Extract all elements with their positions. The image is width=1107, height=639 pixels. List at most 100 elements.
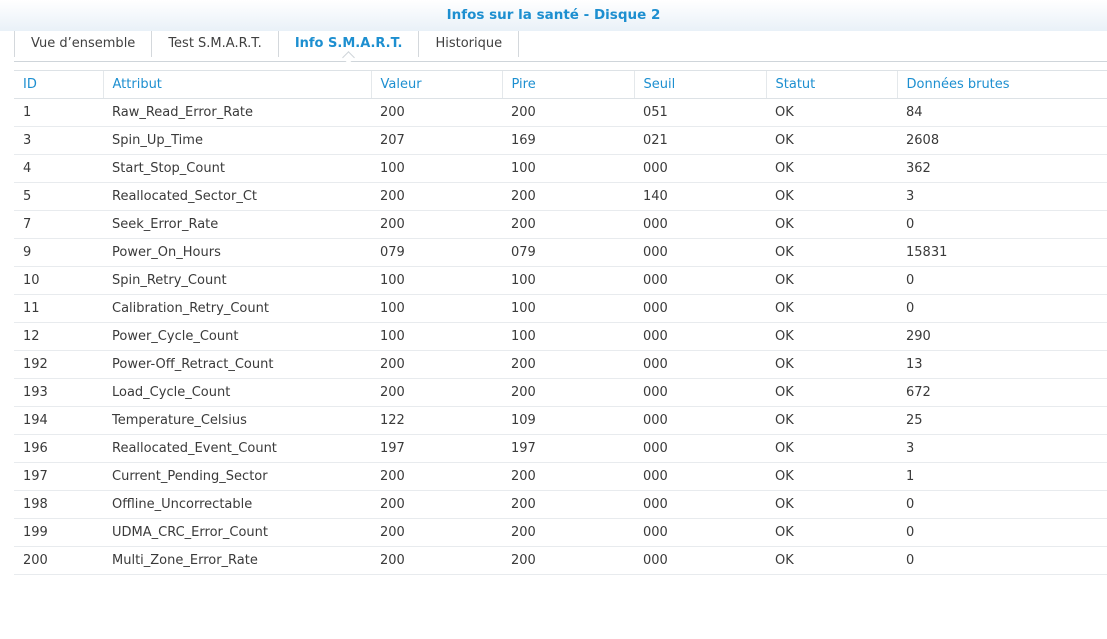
table-row[interactable]: 1 Raw_Read_Error_Rate 200 200 051 OK 84 bbox=[14, 98, 1107, 127]
cell-id: 194 bbox=[14, 406, 103, 435]
cell-attribute: Power-Off_Retract_Count bbox=[103, 350, 371, 379]
cell-raw-data: 13 bbox=[897, 350, 1107, 379]
cell-id: 192 bbox=[14, 350, 103, 379]
tab-history[interactable]: Historique bbox=[418, 31, 520, 57]
cell-worst: 169 bbox=[502, 126, 634, 155]
cell-value: 079 bbox=[371, 238, 502, 267]
cell-id: 7 bbox=[14, 210, 103, 239]
cell-id: 198 bbox=[14, 490, 103, 519]
table-row[interactable]: 196 Reallocated_Event_Count 197 197 000 OK 3 bbox=[14, 434, 1107, 463]
cell-threshold: 000 bbox=[634, 490, 766, 519]
cell-raw-data: 3 bbox=[897, 182, 1107, 211]
cell-threshold: 000 bbox=[634, 266, 766, 295]
table-row[interactable]: 193 Load_Cycle_Count 200 200 000 OK 672 bbox=[14, 378, 1107, 407]
cell-value: 100 bbox=[371, 294, 502, 323]
cell-id: 3 bbox=[14, 126, 103, 155]
cell-attribute: UDMA_CRC_Error_Count bbox=[103, 518, 371, 547]
cell-attribute: Load_Cycle_Count bbox=[103, 378, 371, 407]
cell-raw-data: 362 bbox=[897, 154, 1107, 183]
cell-threshold: 000 bbox=[634, 210, 766, 239]
cell-raw-data: 0 bbox=[897, 546, 1107, 575]
table-row[interactable]: 11 Calibration_Retry_Count 100 100 000 OK 0 bbox=[14, 294, 1107, 323]
cell-id: 200 bbox=[14, 546, 103, 575]
cell-attribute: Reallocated_Sector_Ct bbox=[103, 182, 371, 211]
table-row[interactable]: 3 Spin_Up_Time 207 169 021 OK 2608 bbox=[14, 126, 1107, 155]
cell-threshold: 000 bbox=[634, 238, 766, 267]
cell-threshold: 000 bbox=[634, 322, 766, 351]
column-header-raw-data[interactable]: Données brutes bbox=[896, 70, 1107, 99]
cell-raw-data: 84 bbox=[897, 98, 1107, 127]
cell-status: OK bbox=[766, 406, 897, 435]
cell-value: 200 bbox=[371, 462, 502, 491]
cell-id: 12 bbox=[14, 322, 103, 351]
table-row[interactable]: 198 Offline_Uncorrectable 200 200 000 OK 0 bbox=[14, 490, 1107, 519]
table-row[interactable]: 4 Start_Stop_Count 100 100 000 OK 362 bbox=[14, 154, 1107, 183]
cell-attribute: Current_Pending_Sector bbox=[103, 462, 371, 491]
cell-worst: 200 bbox=[502, 546, 634, 575]
table-row[interactable]: 9 Power_On_Hours 079 079 000 OK 15831 bbox=[14, 238, 1107, 267]
window-title: Infos sur la santé - Disque 2 bbox=[0, 0, 1107, 31]
tab-overview[interactable]: Vue d’ensemble bbox=[14, 31, 151, 57]
cell-id: 4 bbox=[14, 154, 103, 183]
cell-attribute: Calibration_Retry_Count bbox=[103, 294, 371, 323]
cell-threshold: 021 bbox=[634, 126, 766, 155]
column-header-worst[interactable]: Pire bbox=[501, 70, 634, 99]
cell-threshold: 000 bbox=[634, 462, 766, 491]
cell-worst: 200 bbox=[502, 98, 634, 127]
table-row[interactable]: 199 UDMA_CRC_Error_Count 200 200 000 OK 0 bbox=[14, 518, 1107, 547]
cell-worst: 200 bbox=[502, 518, 634, 547]
cell-worst: 100 bbox=[502, 294, 634, 323]
column-header-status[interactable]: Statut bbox=[765, 70, 897, 99]
tab-smart-info[interactable]: Info S.M.A.R.T. bbox=[277, 31, 419, 57]
cell-status: OK bbox=[766, 434, 897, 463]
tab-bar: Vue d’ensemble Test S.M.A.R.T. Info S.M.… bbox=[14, 31, 1107, 62]
cell-id: 193 bbox=[14, 378, 103, 407]
table-row[interactable]: 194 Temperature_Celsius 122 109 000 OK 25 bbox=[14, 406, 1107, 435]
cell-threshold: 051 bbox=[634, 98, 766, 127]
cell-worst: 200 bbox=[502, 350, 634, 379]
cell-raw-data: 672 bbox=[897, 378, 1107, 407]
cell-threshold: 140 bbox=[634, 182, 766, 211]
cell-threshold: 000 bbox=[634, 546, 766, 575]
smart-attributes-table: ID Attribut Valeur Pire Seuil Statut Don… bbox=[14, 70, 1107, 575]
cell-worst: 100 bbox=[502, 154, 634, 183]
cell-threshold: 000 bbox=[634, 350, 766, 379]
cell-raw-data: 15831 bbox=[897, 238, 1107, 267]
cell-attribute: Temperature_Celsius bbox=[103, 406, 371, 435]
cell-threshold: 000 bbox=[634, 518, 766, 547]
cell-status: OK bbox=[766, 210, 897, 239]
column-header-value[interactable]: Valeur bbox=[370, 70, 502, 99]
tab-list: Vue d’ensemble Test S.M.A.R.T. Info S.M.… bbox=[14, 31, 1107, 57]
cell-value: 200 bbox=[371, 490, 502, 519]
column-header-threshold[interactable]: Seuil bbox=[633, 70, 766, 99]
cell-id: 196 bbox=[14, 434, 103, 463]
table-row[interactable]: 7 Seek_Error_Rate 200 200 000 OK 0 bbox=[14, 210, 1107, 239]
table-row[interactable]: 12 Power_Cycle_Count 100 100 000 OK 290 bbox=[14, 322, 1107, 351]
cell-raw-data: 0 bbox=[897, 518, 1107, 547]
table-row[interactable]: 200 Multi_Zone_Error_Rate 200 200 000 OK 0 bbox=[14, 546, 1107, 575]
cell-status: OK bbox=[766, 266, 897, 295]
cell-worst: 200 bbox=[502, 182, 634, 211]
cell-status: OK bbox=[766, 182, 897, 211]
table-row[interactable]: 192 Power-Off_Retract_Count 200 200 000 OK 13 bbox=[14, 350, 1107, 379]
table-header-row: ID Attribut Valeur Pire Seuil Statut Don… bbox=[14, 70, 1107, 99]
table-row[interactable]: 5 Reallocated_Sector_Ct 200 200 140 OK 3 bbox=[14, 182, 1107, 211]
column-header-id[interactable]: ID bbox=[14, 70, 103, 99]
table-row[interactable]: 10 Spin_Retry_Count 100 100 000 OK 0 bbox=[14, 266, 1107, 295]
cell-status: OK bbox=[766, 98, 897, 127]
cell-threshold: 000 bbox=[634, 406, 766, 435]
cell-raw-data: 0 bbox=[897, 294, 1107, 323]
cell-id: 199 bbox=[14, 518, 103, 547]
cell-id: 11 bbox=[14, 294, 103, 323]
cell-attribute: Power_Cycle_Count bbox=[103, 322, 371, 351]
cell-threshold: 000 bbox=[634, 378, 766, 407]
cell-id: 5 bbox=[14, 182, 103, 211]
tab-smart-test[interactable]: Test S.M.A.R.T. bbox=[151, 31, 278, 57]
table-row[interactable]: 197 Current_Pending_Sector 200 200 000 OK 1 bbox=[14, 462, 1107, 491]
cell-raw-data: 1 bbox=[897, 462, 1107, 491]
cell-worst: 100 bbox=[502, 266, 634, 295]
cell-status: OK bbox=[766, 238, 897, 267]
cell-worst: 200 bbox=[502, 462, 634, 491]
table-body: 1 Raw_Read_Error_Rate 200 200 051 OK 84 3 Spin_U… bbox=[14, 98, 1107, 575]
column-header-attribute[interactable]: Attribut bbox=[102, 70, 371, 99]
